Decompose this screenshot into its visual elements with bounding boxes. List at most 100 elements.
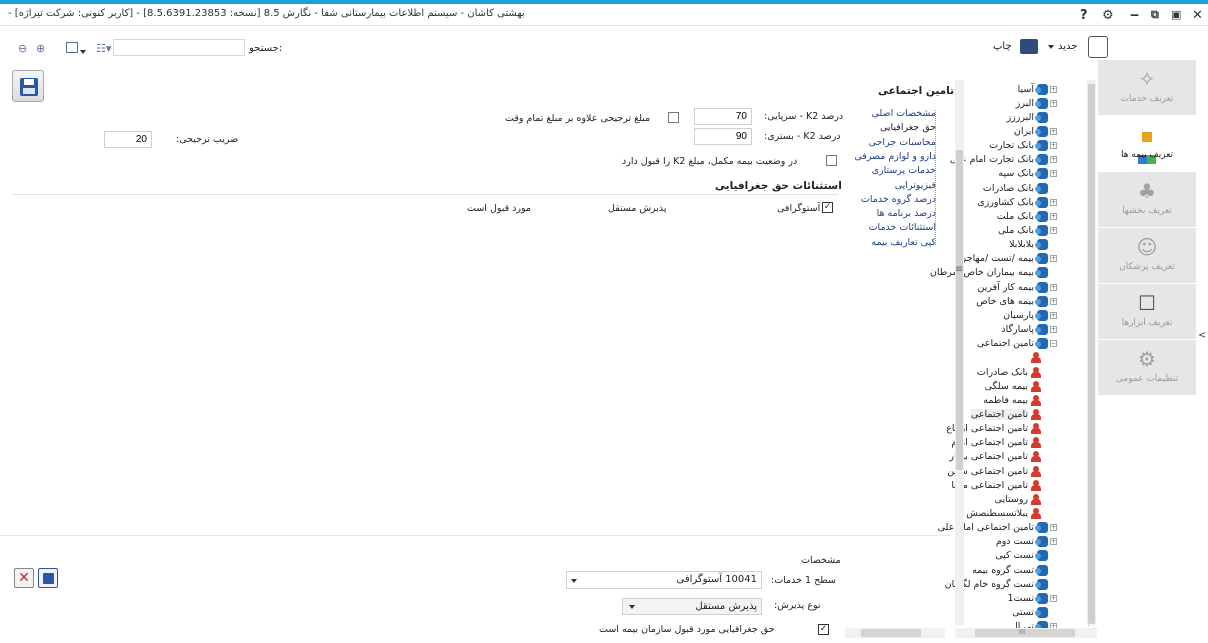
nav-insurance[interactable]: تعریف بیمه ها: [1098, 116, 1196, 172]
coefficient-input[interactable]: [104, 131, 152, 148]
tree-vscroll[interactable]: [1087, 80, 1096, 625]
nav-services[interactable]: ✧ تعریف خدمات: [1098, 60, 1196, 116]
expand-node-icon[interactable]: +: [1050, 127, 1057, 135]
side-link[interactable]: کپی تعاریف بیمه: [871, 237, 936, 248]
new-dropdown-icon[interactable]: [1048, 45, 1054, 49]
expand-node-icon[interactable]: +: [1050, 99, 1057, 107]
save-details-button[interactable]: [38, 568, 58, 588]
delete-button[interactable]: ✕: [14, 568, 34, 588]
side-link[interactable]: خدمات پرستاری: [872, 165, 936, 176]
tree-item[interactable]: + تست1: [1008, 591, 1057, 605]
tree-item[interactable]: + پاسارگاد: [1001, 323, 1057, 337]
maximize-icon[interactable]: ⧉: [1151, 8, 1159, 22]
new-document-icon[interactable]: [1088, 36, 1108, 58]
tree-item[interactable]: تست گروه بیمه: [972, 563, 1057, 577]
print-icon[interactable]: [1020, 39, 1038, 54]
tree-item[interactable]: + بیمه های خاص: [976, 294, 1057, 308]
tree-item[interactable]: + ایران: [1014, 124, 1057, 138]
tree-item[interactable]: بیمه فاطمه: [983, 393, 1041, 407]
expand-node-icon[interactable]: +: [1050, 283, 1057, 291]
k2-outpatient-input[interactable]: [694, 108, 752, 125]
nav-settings[interactable]: ⚙ تنظیمات عمومی: [1098, 340, 1196, 396]
tree-item[interactable]: تامین اجتماعی: [970, 407, 1041, 421]
exceptions-row[interactable]: ✓ آستوگرافی پذیرش مستقل مورد قبول است: [12, 200, 838, 216]
tree-item[interactable]: + البرز: [1016, 96, 1057, 110]
tree-vscroll-thumb[interactable]: [1088, 84, 1095, 624]
admission-type-select[interactable]: پذیرش مستقل: [622, 598, 762, 615]
tree-item[interactable]: + بانک ملت: [997, 209, 1057, 223]
tree-item[interactable]: + بیمه /تست /مهاجر: [962, 252, 1057, 266]
tree-item[interactable]: تامین اجتماعی مشا: [951, 478, 1041, 492]
restore-icon[interactable]: ▣: [1171, 8, 1181, 21]
settings-icon[interactable]: ⚙: [1102, 8, 1114, 23]
expand-node-icon[interactable]: +: [1050, 198, 1057, 206]
layout-dropdown-icon[interactable]: [80, 44, 86, 57]
tree-item[interactable]: + تست دوم: [996, 535, 1057, 549]
exception-row-checkbox[interactable]: ✓: [822, 202, 833, 213]
list-view-icon[interactable]: ☷▾: [96, 42, 111, 55]
expand-node-icon[interactable]: +: [1050, 524, 1057, 532]
tree-item[interactable]: روستایی: [995, 492, 1041, 506]
tree-item[interactable]: بیمه بیماران خاص سرطان: [930, 266, 1057, 280]
links-hscroll[interactable]: [845, 628, 945, 638]
tree-item[interactable]: البرززز: [1007, 110, 1057, 124]
tree-item[interactable]: + آسیا: [1018, 82, 1057, 96]
links-vscroll[interactable]: [955, 80, 964, 625]
accepted-checkbox[interactable]: ✓: [818, 624, 829, 635]
k2-inpatient-input[interactable]: [694, 128, 752, 145]
expand-node-icon[interactable]: +: [1050, 142, 1057, 150]
expand-node-icon[interactable]: +: [1050, 538, 1057, 546]
side-link[interactable]: محاسبات جراحی: [869, 137, 936, 148]
layout-icon[interactable]: [66, 42, 78, 53]
tree-item[interactable]: + بانک ملی: [998, 224, 1057, 238]
tree-item[interactable]: + پارسیان: [1003, 308, 1057, 322]
links-hscroll-thumb[interactable]: [861, 629, 921, 637]
tree-item[interactable]: [1028, 351, 1041, 365]
expand-node-icon[interactable]: +: [1050, 212, 1057, 220]
expand-node-icon[interactable]: +: [1050, 255, 1057, 263]
save-button[interactable]: [12, 70, 44, 102]
expand-node-icon[interactable]: +: [1050, 326, 1057, 334]
expand-node-icon[interactable]: +: [1050, 227, 1057, 234]
tree-item[interactable]: بیمه سلگی: [985, 379, 1041, 393]
new-button[interactable]: جدید: [1058, 41, 1077, 52]
nav-doctors[interactable]: ☺ تعریف پزشکان: [1098, 228, 1196, 284]
tree-item[interactable]: بلابلابلا: [1009, 238, 1057, 252]
expand-node-icon[interactable]: +: [1050, 156, 1057, 164]
tree-item[interactable]: بانک صادرات: [983, 181, 1057, 195]
tree-item[interactable]: + بانک تجارت امام علی: [950, 153, 1057, 167]
links-vscroll-thumb[interactable]: [956, 150, 963, 470]
tree-item[interactable]: تستی: [1012, 606, 1057, 620]
tree-item[interactable]: + بانک تجارت: [989, 139, 1057, 153]
collapse-nav-icon[interactable]: <: [1198, 330, 1206, 341]
side-link[interactable]: دارو و لوازم مصرفی: [854, 151, 936, 162]
minimize-icon[interactable]: ‒: [1130, 8, 1139, 23]
side-link[interactable]: درصد برنامه ها: [877, 208, 936, 219]
preferential-amount-checkbox[interactable]: [668, 112, 679, 123]
tree-item[interactable]: − تامین اجتماعی: [977, 337, 1057, 351]
print-button[interactable]: چاپ: [993, 41, 1012, 52]
side-link[interactable]: فیزیوتراپی: [895, 180, 936, 191]
tree-item[interactable]: + بانک سپه: [998, 167, 1057, 181]
expand-node-icon[interactable]: +: [1050, 594, 1057, 602]
supplementary-checkbox[interactable]: [826, 155, 837, 166]
collapse-node-icon[interactable]: −: [1050, 340, 1057, 348]
tree-item[interactable]: + بانک کشاورزی: [977, 195, 1057, 209]
zoom-in-icon[interactable]: ⊕: [36, 42, 45, 55]
side-link[interactable]: استثنائات خدمات: [869, 222, 936, 233]
zoom-out-icon[interactable]: ⊖: [18, 42, 27, 55]
expand-node-icon[interactable]: +: [1050, 170, 1057, 178]
expand-node-icon[interactable]: +: [1050, 311, 1057, 319]
side-link[interactable]: درصد گروه خدمات: [861, 194, 936, 205]
expand-node-icon[interactable]: +: [1050, 297, 1057, 305]
side-link[interactable]: حق جغرافیایی: [880, 122, 936, 133]
tree-item[interactable]: بانک صادرات: [977, 365, 1041, 379]
tree-item[interactable]: + بیمه کار آفرین: [978, 280, 1057, 294]
tree-hscroll[interactable]: III: [955, 628, 1097, 638]
nav-departments[interactable]: ♣ تعریف بخشها: [1098, 172, 1196, 228]
splitter-grip-icon[interactable]: ≡: [955, 264, 963, 275]
tree-item[interactable]: تست کپی: [995, 549, 1057, 563]
nav-tools[interactable]: ☐ تعریف ابزارها: [1098, 284, 1196, 340]
level1-select[interactable]: 10041 آستوگرافی: [566, 571, 762, 589]
side-link[interactable]: مشخصات اصلی: [871, 108, 936, 119]
